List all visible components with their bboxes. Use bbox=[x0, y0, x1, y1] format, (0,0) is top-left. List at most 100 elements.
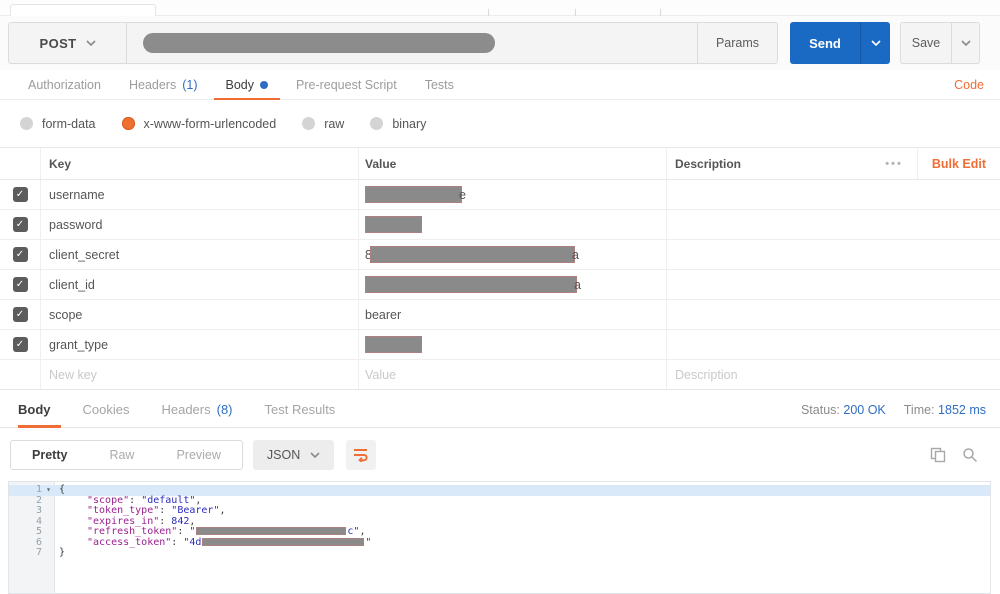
save-button-group: Save bbox=[900, 22, 980, 64]
radio-raw[interactable]: raw bbox=[302, 117, 344, 131]
chevron-down-icon bbox=[960, 40, 971, 46]
table-row: ✓ client_id a bbox=[0, 270, 1000, 300]
search-icon bbox=[963, 447, 978, 462]
redacted-value bbox=[365, 336, 422, 353]
view-pretty[interactable]: Pretty bbox=[11, 441, 88, 469]
format-dropdown[interactable]: JSON bbox=[252, 439, 335, 470]
param-key[interactable]: client_id bbox=[40, 270, 358, 299]
response-meta: Status: 200 OK Time: 1852 ms bbox=[801, 392, 986, 428]
redacted-token bbox=[196, 527, 347, 535]
param-description[interactable] bbox=[666, 300, 868, 329]
send-button[interactable]: Send bbox=[790, 22, 860, 64]
radio-form-data[interactable]: form-data bbox=[20, 117, 96, 131]
new-value-input[interactable]: Value bbox=[358, 360, 666, 389]
params-button[interactable]: Params bbox=[697, 23, 777, 63]
radio-x-www-form-urlencoded[interactable]: x-www-form-urlencoded bbox=[121, 117, 276, 131]
param-key[interactable]: scope bbox=[40, 300, 358, 329]
code-line: 7} bbox=[35, 547, 66, 558]
param-description[interactable] bbox=[666, 180, 868, 209]
column-header-description: Description bbox=[666, 148, 868, 179]
response-tab-test-results[interactable]: Test Results bbox=[249, 392, 352, 428]
tab-pre-request-script[interactable]: Pre-request Script bbox=[282, 70, 411, 100]
row-checkbox[interactable]: ✓ bbox=[12, 247, 28, 262]
new-key-input[interactable]: New key bbox=[40, 360, 358, 389]
param-key[interactable]: grant_type bbox=[40, 330, 358, 359]
table-header-row: Key Value Description ••• Bulk Edit bbox=[0, 147, 1000, 180]
fold-caret-icon[interactable]: ▾ bbox=[42, 485, 55, 496]
column-header-key: Key bbox=[40, 148, 358, 179]
param-description[interactable] bbox=[666, 240, 868, 269]
chevron-down-icon bbox=[870, 40, 881, 46]
bulk-edit-link[interactable]: Bulk Edit bbox=[918, 157, 1000, 171]
table-row: ✓ username e bbox=[0, 180, 1000, 210]
redacted-url-value bbox=[143, 33, 495, 53]
redacted-value bbox=[365, 186, 462, 203]
row-checkbox[interactable]: ✓ bbox=[12, 217, 28, 232]
radio-selected-icon bbox=[121, 117, 135, 130]
body-active-dot-icon bbox=[260, 80, 268, 89]
param-key[interactable]: username bbox=[40, 180, 358, 209]
save-button[interactable]: Save bbox=[901, 23, 951, 63]
url-input[interactable] bbox=[127, 23, 697, 63]
url-group: POST Params bbox=[8, 22, 778, 64]
body-type-options: form-data x-www-form-urlencoded raw bina… bbox=[0, 100, 1000, 147]
row-checkbox[interactable]: ✓ bbox=[12, 307, 28, 322]
new-description-input[interactable]: Description bbox=[666, 360, 868, 389]
response-body-editor[interactable]: 1 ▾{2 "scope": "default", 3 "token_type": "B… bbox=[8, 481, 991, 594]
urlencoded-params-table: Key Value Description ••• Bulk Edit ✓ us… bbox=[0, 147, 1000, 390]
open-request-tab[interactable] bbox=[10, 4, 156, 16]
param-description[interactable] bbox=[666, 270, 868, 299]
chevron-down-icon bbox=[310, 451, 320, 458]
row-checkbox[interactable]: ✓ bbox=[12, 337, 28, 352]
response-tab-headers[interactable]: Headers (8) bbox=[145, 392, 248, 428]
send-options-button[interactable] bbox=[860, 22, 890, 64]
method-select[interactable]: POST bbox=[9, 23, 127, 63]
tab-headers[interactable]: Headers (1) bbox=[115, 70, 212, 100]
response-tab-body[interactable]: Body bbox=[16, 392, 67, 429]
param-value[interactable]: 8a bbox=[358, 240, 666, 269]
tab-authorization[interactable]: Authorization bbox=[14, 70, 115, 100]
tab-tests[interactable]: Tests bbox=[411, 70, 468, 100]
search-response-button[interactable] bbox=[962, 447, 978, 463]
table-row: ✓ grant_type bbox=[0, 330, 1000, 360]
request-tabs: Authorization Headers (1) Body Pre-reque… bbox=[0, 70, 1000, 101]
redacted-value bbox=[365, 216, 422, 233]
headers-count: (1) bbox=[182, 77, 198, 92]
table-row: ✓ scope bearer bbox=[0, 300, 1000, 330]
wrap-lines-icon bbox=[354, 448, 368, 462]
param-value[interactable] bbox=[358, 330, 666, 359]
param-value[interactable]: e bbox=[358, 180, 666, 209]
radio-binary[interactable]: binary bbox=[370, 117, 426, 131]
response-tab-cookies[interactable]: Cookies bbox=[67, 392, 146, 428]
param-key[interactable]: client_secret bbox=[40, 240, 358, 269]
request-url-bar: POST Params Send Save bbox=[0, 16, 1000, 70]
wrap-lines-button[interactable] bbox=[346, 439, 377, 470]
tab-divider bbox=[660, 9, 661, 16]
view-preview[interactable]: Preview bbox=[155, 441, 241, 469]
new-param-row: New key Value Description bbox=[0, 360, 1000, 390]
param-description[interactable] bbox=[666, 210, 868, 239]
time-value: 1852 ms bbox=[938, 403, 986, 417]
code-link[interactable]: Code bbox=[954, 70, 984, 100]
param-value[interactable] bbox=[358, 210, 666, 239]
column-header-value: Value bbox=[358, 148, 666, 179]
send-button-group: Send bbox=[790, 22, 890, 64]
response-headers-count: (8) bbox=[216, 402, 233, 417]
copy-response-button[interactable] bbox=[930, 447, 946, 463]
param-description[interactable] bbox=[666, 330, 868, 359]
more-options-icon[interactable]: ••• bbox=[871, 148, 918, 179]
status-value: 200 OK bbox=[843, 403, 886, 417]
postman-window: POST Params Send Save Authorization Head… bbox=[0, 0, 1000, 594]
code-line: 6 "access_token": "4d " bbox=[35, 536, 372, 548]
param-value[interactable]: bearer bbox=[358, 300, 666, 329]
row-checkbox[interactable]: ✓ bbox=[12, 187, 28, 202]
row-checkbox[interactable]: ✓ bbox=[12, 277, 28, 292]
radio-icon bbox=[20, 117, 33, 130]
param-key[interactable]: password bbox=[40, 210, 358, 239]
param-value[interactable]: a bbox=[358, 270, 666, 299]
tab-body[interactable]: Body bbox=[212, 70, 283, 101]
redacted-value bbox=[365, 276, 577, 293]
response-tabs: Body Cookies Headers (8) Test Results St… bbox=[0, 392, 1000, 429]
save-options-button[interactable] bbox=[951, 23, 979, 63]
view-raw[interactable]: Raw bbox=[88, 441, 155, 469]
